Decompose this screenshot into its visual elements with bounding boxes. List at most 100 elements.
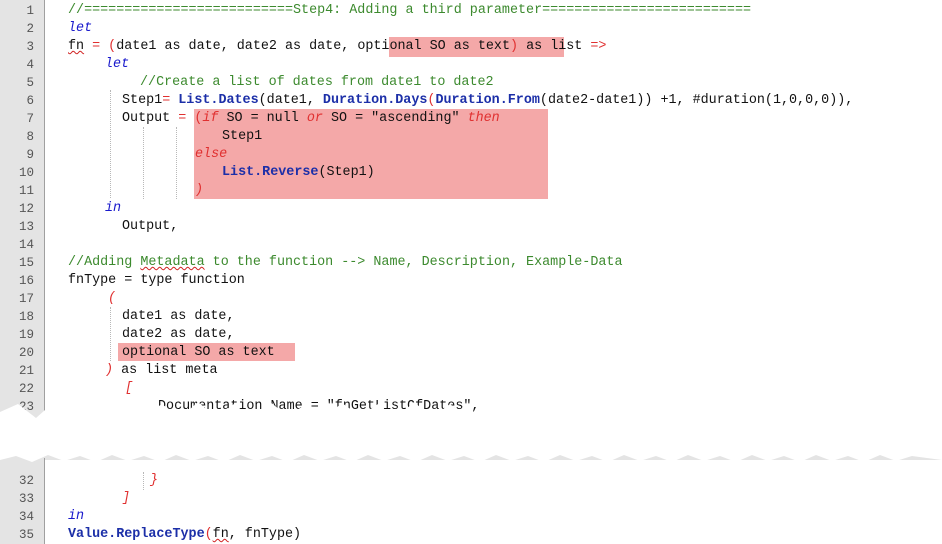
type-expression: = type function <box>124 273 245 288</box>
indent-guide <box>110 307 111 361</box>
code-line-3: fn = (date1 as date, date2 as date, opti… <box>68 38 606 56</box>
line-number: 16 <box>18 274 34 288</box>
line-number: 14 <box>18 238 34 252</box>
keyword-then: then <box>467 111 500 126</box>
code-line-34: in <box>68 508 84 526</box>
line-number: 3 <box>26 40 34 54</box>
indent-guide <box>176 127 177 199</box>
torn-page-break <box>0 402 942 468</box>
code-line-6: Step1= List.Dates(date1, Duration.Days(D… <box>122 92 853 110</box>
code-line-18: date1 as date, <box>122 308 235 326</box>
function-name: Value.ReplaceType <box>68 527 205 542</box>
comment: Metadata <box>140 255 205 270</box>
line-number: 1 <box>26 4 34 18</box>
code-line-22: [ <box>125 380 133 398</box>
condition: SO = "ascending" <box>322 111 468 126</box>
operator: ) <box>510 39 519 54</box>
comment: //==========================Step4: Addin… <box>68 3 752 18</box>
line-number: 8 <box>26 130 34 144</box>
operator: ) <box>105 363 114 378</box>
type-expression: as list meta <box>113 363 218 378</box>
code-line-4: let <box>105 56 129 74</box>
identifier: Output <box>122 111 179 126</box>
line-number: 12 <box>18 202 34 216</box>
operator: = <box>162 93 179 108</box>
identifier-fn: fn <box>212 527 229 542</box>
operator: } <box>150 473 159 488</box>
param: date1 as date, <box>122 309 235 324</box>
code-line-32: } <box>150 472 158 490</box>
line-number: 4 <box>26 58 34 72</box>
arrow-operator: => <box>590 39 607 54</box>
line-number: 6 <box>26 94 34 108</box>
code-line-20: optional SO as text <box>122 344 275 362</box>
code-line-8: Step1 <box>222 128 262 146</box>
line-number: 18 <box>18 310 34 324</box>
args: (date1, <box>258 93 323 108</box>
code-line-17: ( <box>108 290 116 308</box>
function-name: List.Reverse <box>222 165 319 180</box>
return-type: as list <box>518 39 591 54</box>
condition: SO = null <box>218 111 307 126</box>
function-name: Duration.From <box>435 93 540 108</box>
args: (Step1) <box>318 165 375 180</box>
identifier: Step1 <box>222 129 263 144</box>
code-line-2: let <box>68 20 92 38</box>
code-line-19: date2 as date, <box>122 326 235 344</box>
code-line-9: else <box>195 146 227 164</box>
indent-guide <box>110 90 111 198</box>
line-number: 32 <box>18 474 34 488</box>
param: date2 as date, <box>122 327 235 342</box>
identifier: Output, <box>122 219 179 234</box>
function-name: List.Dates <box>178 93 259 108</box>
line-number: 9 <box>26 148 34 162</box>
keyword-else: else <box>195 147 228 162</box>
code-line-12: in <box>105 200 121 218</box>
line-number: 11 <box>18 184 34 198</box>
keyword-if: if <box>202 111 219 126</box>
line-number: 22 <box>18 382 34 396</box>
code-line-10: List.Reverse(Step1) <box>222 164 375 182</box>
comment: //Adding <box>68 255 141 270</box>
identifier: fnType <box>68 273 125 288</box>
code-line-15: //Adding Metadata to the function --> Na… <box>68 254 622 272</box>
line-number: 10 <box>18 166 34 180</box>
keyword: let <box>68 21 93 36</box>
optional-param: optional SO as text <box>122 345 275 360</box>
operator: ] <box>122 491 131 506</box>
code-line-33: ] <box>122 490 130 508</box>
line-number: 34 <box>18 510 34 524</box>
line-number: 2 <box>26 22 34 36</box>
params: date1 as date, date2 as date, <box>116 39 358 54</box>
line-number: 35 <box>18 528 34 542</box>
code-line-21: ) as list meta <box>105 362 218 380</box>
optional-param: optional SO as text <box>357 39 510 54</box>
line-number: 20 <box>18 346 34 360</box>
args: (date2-date1)) +1, #duration(1,0,0,0)), <box>539 93 854 108</box>
line-number: 17 <box>18 292 34 306</box>
code-line-16: fnType = type function <box>68 272 245 290</box>
operator: = ( <box>178 111 203 126</box>
function-name: Duration.Days <box>322 93 428 108</box>
indent-guide <box>143 127 144 199</box>
code-line-1: //==========================Step4: Addin… <box>68 2 751 20</box>
identifier-fn: fn <box>68 39 85 54</box>
code-line-13: Output, <box>122 218 178 236</box>
line-number: 21 <box>18 364 34 378</box>
comment: to the function --> Name, Description, E… <box>204 255 623 270</box>
operator: ( <box>108 291 117 306</box>
operator: ( <box>204 527 213 542</box>
keyword-or: or <box>306 111 323 126</box>
comment: //Create a list of dates from date1 to d… <box>140 75 494 90</box>
line-number: 13 <box>18 220 34 234</box>
operator: ) <box>195 183 204 198</box>
code-line-35: Value.ReplaceType(fn, fnType) <box>68 526 301 544</box>
keyword: in <box>68 509 85 524</box>
indent-guide <box>143 472 144 490</box>
line-number: 19 <box>18 328 34 342</box>
identifier: Step1 <box>122 93 163 108</box>
operator: [ <box>125 381 134 396</box>
line-number: 15 <box>18 256 34 270</box>
args: , fnType) <box>228 527 302 542</box>
line-number: 5 <box>26 76 34 90</box>
